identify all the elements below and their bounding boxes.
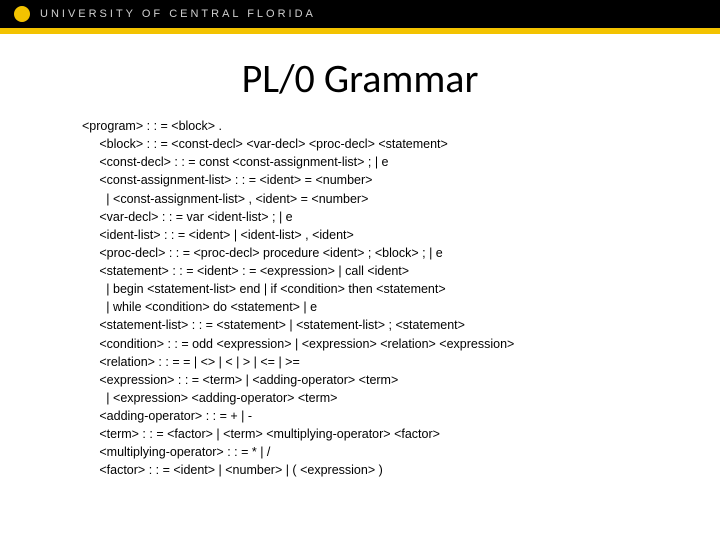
ucf-logo-icon <box>14 6 30 22</box>
header-bar: UNIVERSITY OF CENTRAL FLORIDA <box>0 0 720 28</box>
slide-content: PL/0 Grammar <program> : : = <block> . <… <box>0 34 720 480</box>
org-name: UNIVERSITY OF CENTRAL FLORIDA <box>40 8 316 20</box>
grammar-body: <program> : : = <block> . <block> : : = … <box>40 117 680 480</box>
page-title: PL/0 Grammar <box>40 54 680 103</box>
